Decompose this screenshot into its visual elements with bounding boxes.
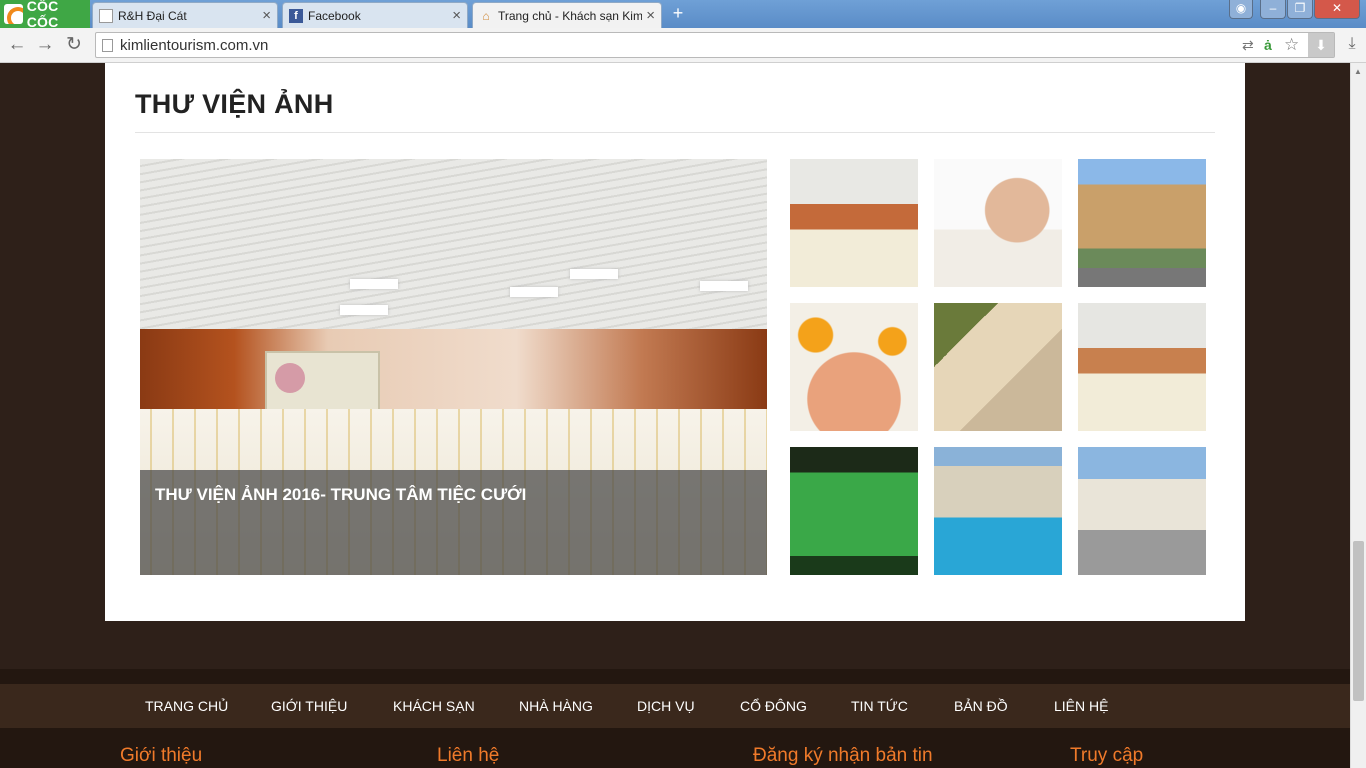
tab-trang-chu[interactable]: ⌂ Trang chủ - Khách sạn Kim × [472, 2, 662, 28]
close-icon[interactable]: × [452, 7, 461, 24]
gallery-thumb-banquet-hall[interactable] [790, 159, 918, 287]
footer-heading-newsletter: Đăng ký nhận bản tin [753, 745, 933, 766]
scroll-thumb[interactable] [1353, 541, 1364, 701]
footer-nav-khach-san[interactable]: KHÁCH SẠN [393, 698, 475, 714]
gallery-section: THƯ VIỆN ẢNH THƯ VIỆN ẢNH 2016- TRUNG TÂ… [105, 63, 1245, 621]
footer-nav-nha-hang[interactable]: NHÀ HÀNG [519, 698, 593, 714]
footer-heading-truy-cap: Truy cập [1070, 745, 1144, 766]
translate-icon[interactable]: ⇄ [1242, 37, 1254, 54]
back-arrow-icon[interactable]: ← [6, 33, 28, 57]
divider [135, 132, 1215, 133]
footer-nav-tin-tuc[interactable]: TIN TỨC [851, 698, 908, 714]
footer-nav-lien-he[interactable]: LIÊN HỆ [1054, 698, 1108, 714]
gallery-thumb-conference-hall[interactable] [1078, 303, 1206, 431]
tab-title: Trang chủ - Khách sạn Kim [498, 8, 643, 23]
gallery-thumb-tennis-court[interactable] [790, 447, 918, 575]
footer-nav-ban-do[interactable]: BẢN ĐỒ [954, 698, 1008, 714]
url-text[interactable]: kimlientourism.com.vn [120, 37, 268, 54]
minimize-button[interactable]: – [1260, 0, 1286, 19]
scroll-up-arrow-icon[interactable]: ▲ [1354, 67, 1362, 76]
reload-icon[interactable]: ↻ [63, 33, 85, 57]
projection-screen [265, 351, 380, 415]
tab-title: R&H Đại Cát [118, 8, 187, 23]
gallery-thumb-hot-stone-spa[interactable] [790, 303, 918, 431]
footer-nav-trang-chu[interactable]: TRANG CHỦ [145, 698, 228, 714]
home-icon: ⌂ [482, 8, 490, 23]
gallery-thumb-hotel-lobby[interactable] [934, 303, 1062, 431]
coccoc-logo-icon [4, 4, 23, 24]
footer-nav: TRANG CHỦ GIỚI THIỆU KHÁCH SẠN NHÀ HÀNG … [0, 684, 1350, 728]
tab-facebook[interactable]: f Facebook × [282, 2, 468, 28]
section-title: THƯ VIỆN ẢNH [135, 89, 334, 119]
footer-bottom [0, 728, 1350, 768]
close-icon[interactable]: × [646, 7, 655, 24]
footer-nav-dich-vu[interactable]: DỊCH VỤ [637, 698, 695, 714]
gallery-thumb-parking-street[interactable] [1078, 447, 1206, 575]
facebook-icon: f [289, 8, 303, 23]
vertical-scrollbar[interactable]: ▲ [1350, 63, 1366, 768]
close-icon[interactable]: × [262, 7, 271, 24]
footer-heading-lien-he: Liên hệ [437, 745, 500, 766]
page-icon [102, 39, 113, 52]
user-icon[interactable]: ◉ [1229, 0, 1253, 19]
document-icon [99, 8, 113, 23]
browser-toolbar: ← → ↻ kimlientourism.com.vn ⇄ ȧ ☆ ⬇ ⤓ [0, 28, 1366, 63]
tab-title: Facebook [308, 8, 361, 23]
gallery-thumb-spa-massage[interactable] [934, 159, 1062, 287]
gallery-thumb-swimming-pool[interactable] [934, 447, 1062, 575]
browser-logo[interactable]: CỐC CỐC [0, 0, 90, 30]
address-bar[interactable]: kimlientourism.com.vn ⇄ ȧ ☆ ⬇ [95, 32, 1335, 58]
footer-nav-gioi-thieu[interactable]: GIỚI THIỆU [271, 698, 347, 714]
footer-heading-gioi-thieu: Giới thiệu [120, 745, 203, 766]
browser-tab-bar: CỐC CỐC R&H Đại Cát × f Facebook × ⌂ Tra… [0, 0, 1366, 30]
download-arrow-icon[interactable]: ⬇ [1308, 33, 1334, 57]
browser-brand: CỐC CỐC [26, 0, 59, 30]
spell-icon[interactable]: ȧ [1264, 37, 1272, 53]
forward-arrow-icon[interactable]: → [34, 33, 56, 57]
close-window-button[interactable]: ✕ [1314, 0, 1360, 19]
new-tab-button[interactable]: + [668, 4, 688, 22]
featured-gallery-image[interactable]: THƯ VIỆN ẢNH 2016- TRUNG TÂM TIỆC CƯỚI [140, 159, 767, 575]
page-viewport: THƯ VIỆN ẢNH THƯ VIỆN ẢNH 2016- TRUNG TÂ… [0, 63, 1350, 768]
feature-caption[interactable]: THƯ VIỆN ẢNH 2016- TRUNG TÂM TIỆC CƯỚI [155, 485, 526, 505]
tab-rh-dai-cat[interactable]: R&H Đại Cát × [92, 2, 278, 28]
gallery-thumb-hotel-exterior[interactable] [1078, 159, 1206, 287]
footer-nav-co-dong[interactable]: CỔ ĐÔNG [740, 698, 807, 714]
maximize-button[interactable]: ❐ [1287, 0, 1313, 19]
star-icon[interactable]: ☆ [1284, 35, 1299, 55]
downloads-icon[interactable]: ⤓ [1344, 35, 1360, 55]
